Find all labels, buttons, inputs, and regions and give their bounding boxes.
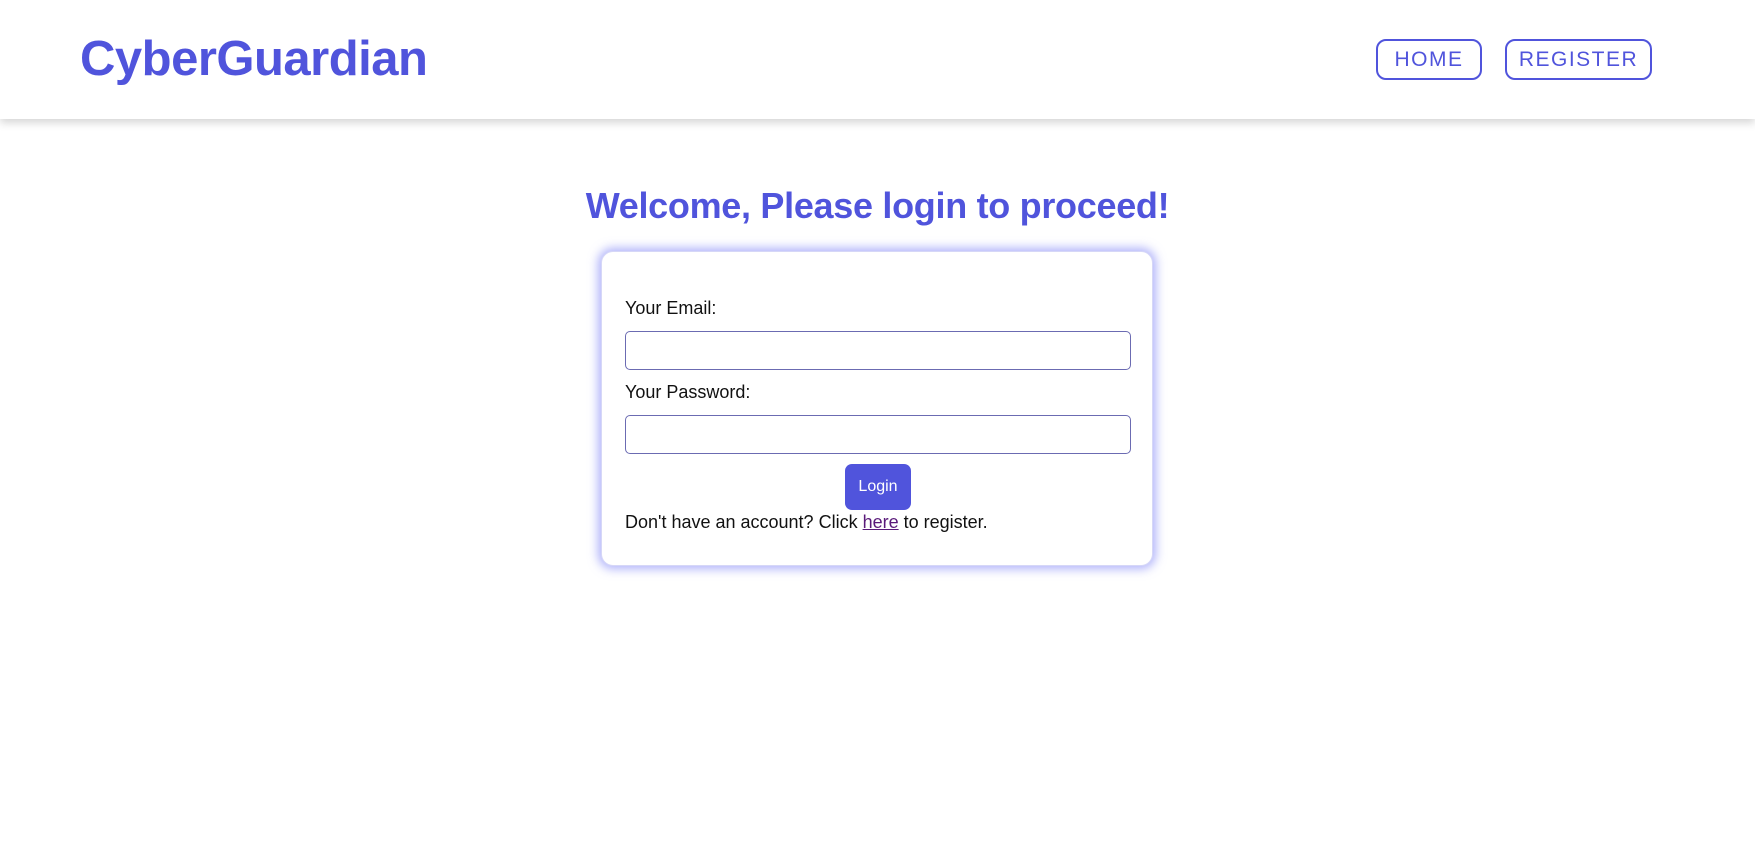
register-prompt-suffix: to register. (898, 512, 988, 532)
register-prompt-prefix: Don't have an account? Click (625, 512, 863, 532)
page-title: Welcome, Please login to proceed! (585, 185, 1170, 226)
password-label: Your Password: (625, 382, 751, 402)
register-here-link[interactable]: here (863, 512, 899, 532)
register-nav-button[interactable]: REGISTER (1505, 39, 1652, 80)
home-nav-button[interactable]: HOME (1376, 39, 1482, 80)
register-prompt: Don't have an account? Click here to reg… (625, 510, 988, 534)
email-label: Your Email: (625, 298, 717, 318)
navbar: CyberGuardian HOME REGISTER (0, 0, 1755, 119)
email-field[interactable] (625, 331, 1131, 370)
login-card: Your Email: Your Password: Login Don't h… (601, 251, 1153, 566)
password-field[interactable] (625, 415, 1131, 454)
brand-logo-text[interactable]: CyberGuardian (80, 28, 428, 90)
login-button[interactable]: Login (845, 464, 911, 510)
